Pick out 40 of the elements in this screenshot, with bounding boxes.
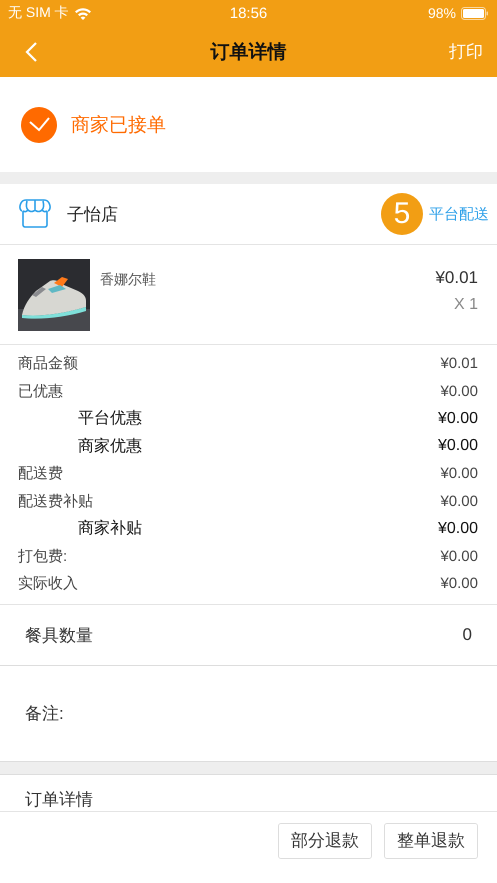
- fee-amount: ¥0.00: [438, 410, 478, 428]
- product-name: 香娜尔鞋: [100, 271, 157, 289]
- fee-label: 商品金额: [18, 354, 78, 374]
- fee-amount: ¥0.00: [440, 575, 478, 592]
- carrier-label: 无 SIM 卡: [8, 4, 69, 22]
- fee-label: 配送费补贴: [18, 492, 93, 511]
- fee-label: 商家优惠: [78, 436, 142, 457]
- fee-amount: ¥0.00: [440, 382, 478, 400]
- fee-label: 实际收入: [18, 574, 78, 594]
- fee-amount: ¥0.00: [438, 437, 478, 456]
- battery-icon: [461, 6, 489, 20]
- back-icon: [24, 40, 38, 62]
- fee-amount: ¥0.00: [440, 492, 478, 510]
- back-button[interactable]: [24, 40, 38, 62]
- shop-name: 子怡店: [67, 204, 119, 226]
- wifi-icon: [74, 6, 92, 20]
- shop-icon: [18, 199, 52, 229]
- fee-amount: ¥0.00: [438, 520, 478, 538]
- fee-label: 配送费: [18, 464, 63, 484]
- delivery-type: 平台配送: [429, 204, 489, 224]
- fee-amount: ¥0.01: [440, 355, 478, 372]
- refund-button[interactable]: 部分退款: [278, 822, 372, 858]
- number-badge: 5: [381, 193, 423, 235]
- fee-label: 已优惠: [18, 382, 63, 401]
- fee-amount: ¥0.00: [440, 465, 478, 482]
- clock-time: 18:56: [230, 4, 268, 22]
- order-status-text: 商家已接单: [71, 114, 166, 138]
- fee-label: 商家补贴: [78, 518, 142, 540]
- tableware-count: 0: [462, 625, 472, 645]
- fee-label: 平台优惠: [78, 408, 142, 430]
- fee-amount: ¥0.00: [440, 548, 478, 565]
- refund-button[interactable]: 整单退款: [384, 822, 478, 858]
- page-title: 订单详情: [210, 40, 286, 64]
- product-price: ¥0.01: [435, 268, 478, 288]
- section-title: 订单详情: [25, 789, 93, 811]
- product-quantity: X 1: [454, 296, 478, 314]
- battery-percent: 98%: [428, 5, 456, 21]
- remark-label: 备注:: [25, 703, 64, 725]
- tableware-label: 餐具数量: [25, 624, 93, 646]
- fee-label: 打包费:: [18, 546, 68, 566]
